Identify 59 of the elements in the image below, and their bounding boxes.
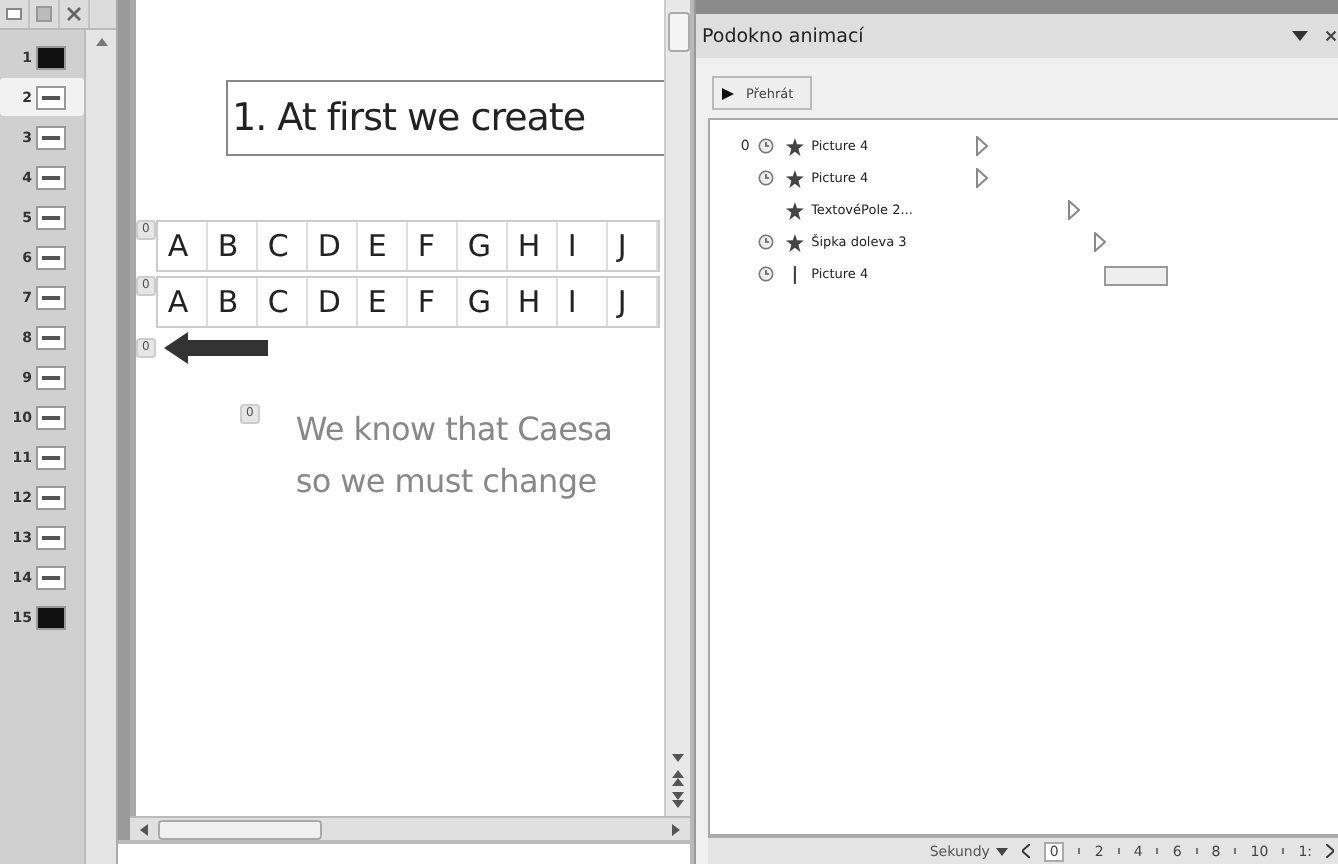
body-text-line: We know that Caesa: [295, 408, 613, 452]
table-cell: E: [357, 222, 408, 270]
play-icon: [722, 87, 734, 99]
horizontal-scrollbar[interactable]: [130, 816, 690, 840]
next-slide-icon[interactable]: [672, 792, 684, 808]
clock-icon: [757, 138, 774, 154]
star-icon: [785, 201, 804, 219]
body-text-line: so we must change: [295, 460, 599, 504]
clock-icon: [757, 266, 774, 282]
title-placeholder[interactable]: 1. At first we create: [226, 80, 664, 156]
star-icon: [785, 169, 804, 187]
split-handle[interactable]: [667, 12, 689, 52]
timing-marker-icon[interactable]: [1067, 200, 1080, 220]
table-cell: C: [257, 278, 308, 326]
dropdown-icon[interactable]: [1292, 30, 1308, 42]
caret-icon: [995, 847, 1008, 855]
table-cell: J: [607, 222, 658, 270]
table-cell: A: [157, 222, 208, 270]
table-cell: D: [307, 278, 358, 326]
table-cell: F: [407, 278, 458, 326]
table-cell: G: [457, 278, 508, 326]
timing-marker-icon[interactable]: [976, 136, 989, 156]
table-cell: D: [307, 222, 358, 270]
star-icon: [785, 137, 804, 155]
star-icon: [785, 233, 804, 251]
scroll-left-icon[interactable]: [138, 823, 150, 835]
timing-bar[interactable]: [1104, 266, 1169, 286]
scroll-right-icon[interactable]: [670, 823, 682, 835]
slide-icon: [6, 6, 22, 22]
table-cell: I: [557, 222, 608, 270]
outline-tab[interactable]: [0, 0, 30, 28]
scroll-down-icon[interactable]: [672, 752, 684, 764]
table-cell: J: [607, 278, 658, 326]
table-cell: G: [457, 222, 508, 270]
scroll-left-button[interactable]: [1021, 844, 1030, 858]
clock-icon: [757, 170, 774, 186]
close-icon: [66, 6, 82, 22]
scroll-thumb[interactable]: [158, 819, 322, 839]
table-cell: A: [157, 278, 208, 326]
clock-icon: [757, 234, 774, 250]
scroll-right-button[interactable]: [1326, 844, 1334, 858]
slide-title: 1. At first we create: [232, 96, 586, 140]
timing-marker-icon[interactable]: [1093, 232, 1106, 252]
slides-tab[interactable]: [30, 0, 60, 28]
pane-title: Podokno animací: [702, 25, 866, 47]
table-cell: F: [407, 222, 458, 270]
table-cell: I: [557, 278, 608, 326]
list-icon: [36, 6, 52, 22]
previous-slide-icon[interactable]: [672, 770, 684, 786]
timing-marker-icon[interactable]: [976, 168, 989, 188]
table-cell: C: [257, 222, 308, 270]
scroll-up-icon[interactable]: [95, 38, 107, 46]
table-cell: H: [507, 278, 558, 326]
table-cell: B: [207, 278, 258, 326]
close-icon[interactable]: [1324, 30, 1338, 42]
table-cell: H: [507, 222, 558, 270]
table-cell: E: [357, 278, 408, 326]
table-cell: B: [207, 222, 258, 270]
left-arrow-shape: [163, 332, 268, 364]
